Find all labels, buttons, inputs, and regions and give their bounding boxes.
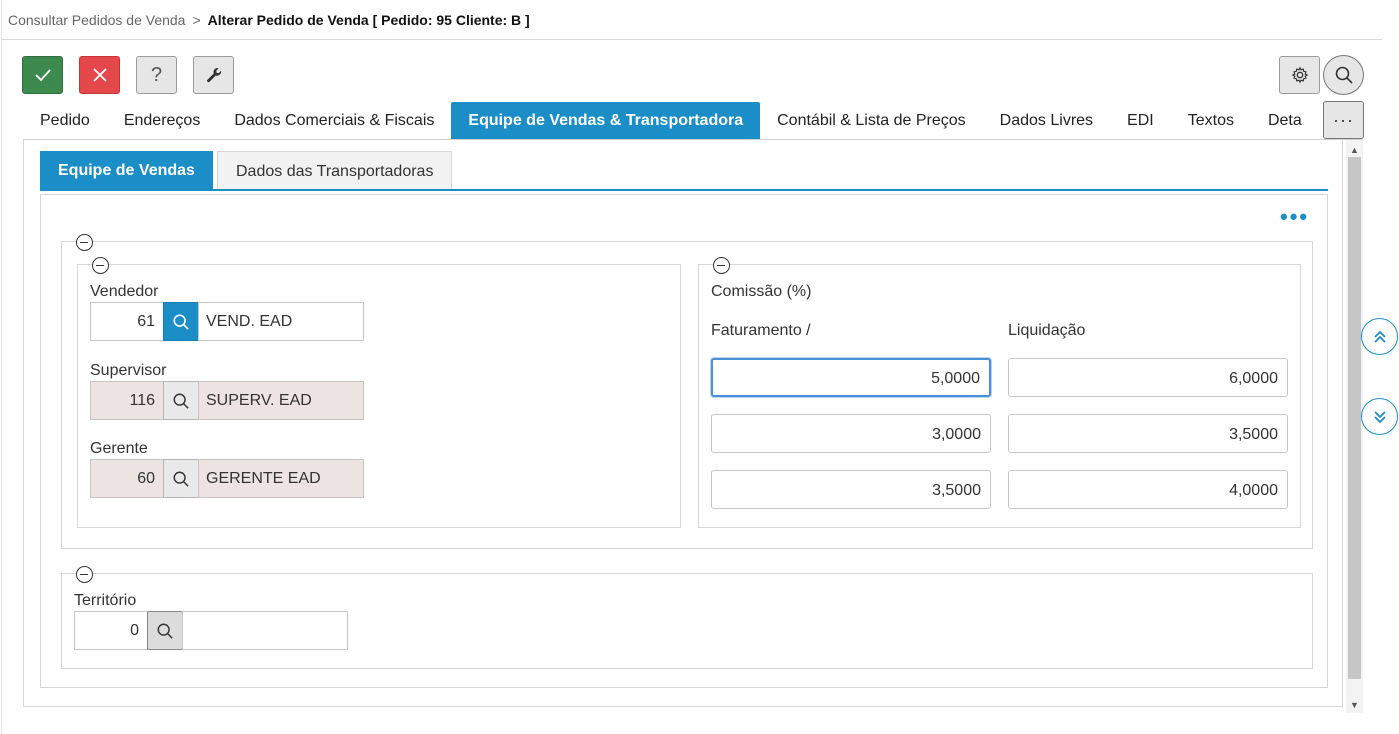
settlement-commission-field-2[interactable]: 3,5000 xyxy=(1008,414,1288,453)
collapse-territory-icon[interactable] xyxy=(76,566,93,583)
tab-detalhes[interactable]: Deta xyxy=(1251,102,1319,139)
seller-code-field[interactable]: 61 xyxy=(90,302,164,341)
tab-dados-livres[interactable]: Dados Livres xyxy=(983,102,1110,139)
subtab-transportadoras[interactable]: Dados das Transportadoras xyxy=(217,151,453,189)
breadcrumb-parent-link[interactable]: Consultar Pedidos de Venda xyxy=(8,12,185,28)
ellipsis-icon: ··· xyxy=(1333,109,1354,130)
territory-name-field[interactable] xyxy=(182,611,348,650)
search-icon xyxy=(173,313,189,330)
double-chevron-down-icon xyxy=(1373,410,1386,423)
supervisor-code-field[interactable]: 116 xyxy=(90,381,164,420)
tools-button[interactable] xyxy=(193,56,234,94)
breadcrumb-separator: > xyxy=(192,12,201,28)
billing-commission-field-2[interactable]: 3,0000 xyxy=(711,414,991,453)
tab-contabil[interactable]: Contábil & Lista de Preços xyxy=(760,102,983,139)
help-button[interactable]: ? xyxy=(136,56,177,94)
tab-enderecos[interactable]: Endereços xyxy=(107,102,218,139)
double-chevron-up-icon xyxy=(1373,330,1386,343)
search-icon xyxy=(173,393,189,409)
supervisor-name-field: SUPERV. EAD xyxy=(198,381,364,420)
search-icon xyxy=(157,623,173,639)
seller-name-field[interactable]: VEND. EAD xyxy=(198,302,364,341)
territory-lookup-button[interactable] xyxy=(147,611,183,650)
header-divider xyxy=(2,39,1382,40)
subtab-divider xyxy=(40,189,1328,191)
billing-commission-field-1[interactable]: 5,0000 xyxy=(711,358,991,397)
collapse-sales-team-icon[interactable] xyxy=(92,257,109,274)
wrench-icon xyxy=(206,68,221,83)
tab-equipe-vendas[interactable]: Equipe de Vendas & Transportadora xyxy=(451,102,761,139)
check-icon xyxy=(34,69,51,82)
manager-code-field[interactable]: 60 xyxy=(90,459,164,498)
scroll-up-arrow-icon[interactable]: ▲ xyxy=(1350,145,1359,155)
search-icon xyxy=(173,471,189,487)
cancel-button[interactable] xyxy=(79,56,120,94)
gear-icon xyxy=(1291,66,1308,84)
supervisor-label: Supervisor xyxy=(90,362,167,379)
scroll-down-arrow-icon[interactable]: ▼ xyxy=(1350,700,1359,710)
tab-textos[interactable]: Textos xyxy=(1171,102,1251,139)
collapse-team-group-icon[interactable] xyxy=(76,234,93,251)
seller-label: Vendedor xyxy=(90,283,159,300)
tab-edi[interactable]: EDI xyxy=(1110,102,1171,139)
settlement-commission-field-1[interactable]: 6,0000 xyxy=(1008,358,1288,397)
tab-pedido[interactable]: Pedido xyxy=(23,102,107,139)
settlement-commission-field-3[interactable]: 4,0000 xyxy=(1008,470,1288,509)
main-tabs: Pedido Endereços Dados Comerciais & Fiscai… xyxy=(23,102,1323,139)
scroll-to-bottom-button[interactable] xyxy=(1361,398,1398,435)
search-icon xyxy=(1335,66,1353,84)
close-icon xyxy=(92,68,107,82)
seller-lookup-button[interactable] xyxy=(163,302,199,341)
settlement-column-header: Liquidação xyxy=(1008,322,1086,339)
help-icon: ? xyxy=(150,63,163,86)
options-menu-button[interactable]: ••• xyxy=(1280,206,1309,228)
commission-title: Comissão (%) xyxy=(711,283,812,300)
billing-column-header: Faturamento / xyxy=(711,322,811,339)
manager-name-field: GERENTE EAD xyxy=(198,459,364,498)
more-tabs-button[interactable]: ··· xyxy=(1323,101,1364,139)
collapse-commission-icon[interactable] xyxy=(713,257,730,274)
settings-button[interactable] xyxy=(1279,56,1320,94)
scroll-to-top-button[interactable] xyxy=(1361,318,1398,355)
window-edge xyxy=(1,0,2,734)
search-button[interactable] xyxy=(1323,55,1364,95)
confirm-button[interactable] xyxy=(22,56,63,94)
supervisor-lookup-button[interactable] xyxy=(163,381,199,420)
territory-label: Território xyxy=(74,592,137,609)
territory-code-field[interactable]: 0 xyxy=(74,611,148,650)
manager-label: Gerente xyxy=(90,440,148,457)
page-title: Alterar Pedido de Venda [ Pedido: 95 Cli… xyxy=(207,12,530,28)
billing-commission-field-3[interactable]: 3,5000 xyxy=(711,470,991,509)
manager-lookup-button[interactable] xyxy=(163,459,199,498)
breadcrumb: Consultar Pedidos de Venda > Alterar Pedid… xyxy=(8,12,530,28)
scrollbar-thumb[interactable] xyxy=(1348,157,1361,679)
tab-dados-comerciais[interactable]: Dados Comerciais & Fiscais xyxy=(217,102,451,139)
subtab-equipe-vendas[interactable]: Equipe de Vendas xyxy=(40,151,213,189)
